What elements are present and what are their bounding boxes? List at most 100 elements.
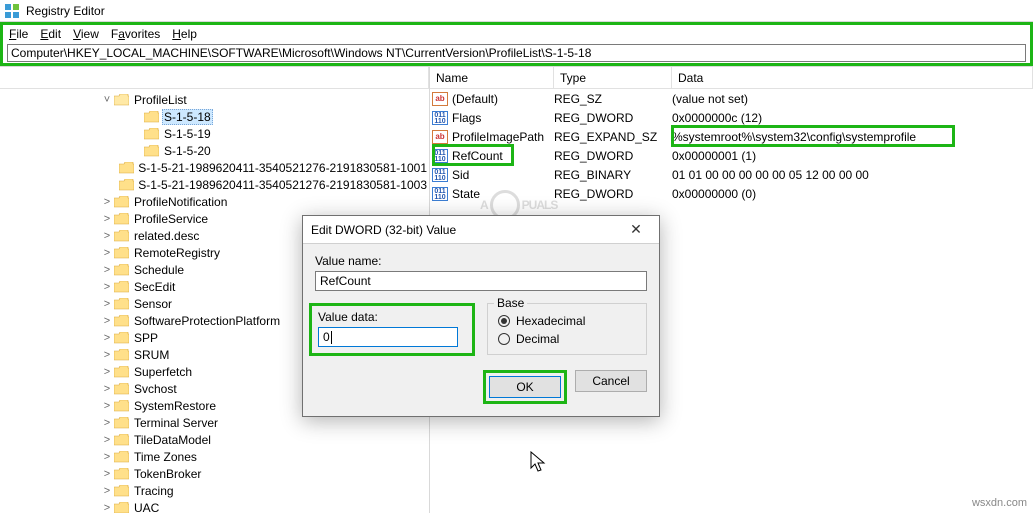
expander-icon[interactable]: > (100, 383, 114, 395)
expander-icon[interactable]: > (100, 230, 114, 242)
folder-icon (144, 127, 160, 141)
menu-edit[interactable]: Edit (40, 27, 61, 41)
folder-icon (144, 144, 160, 158)
base-groupbox: Base Hexadecimal Decimal (487, 303, 647, 355)
string-value-icon: ab (432, 92, 448, 106)
expander-icon[interactable]: > (100, 315, 114, 327)
value-name: Sid (450, 168, 554, 182)
tree-label: S-1-5-21-1989620411-3540521276-219183058… (136, 161, 429, 175)
tree-label: Schedule (132, 263, 186, 277)
tree-item-uac[interactable]: >UAC (0, 499, 429, 513)
value-data: 01 01 00 00 00 00 00 05 12 00 00 00 (672, 168, 1033, 182)
expander-icon[interactable]: > (100, 417, 114, 429)
value-data: 0x00000000 (0) (672, 187, 1033, 201)
tree-item-profilenotification[interactable]: > ProfileNotification (0, 193, 429, 210)
tree-label: SecEdit (132, 280, 177, 294)
value-data-field[interactable]: 0 (318, 327, 458, 347)
app-icon (4, 3, 20, 19)
binary-value-icon: 011110 (432, 111, 448, 125)
expander-icon[interactable]: > (100, 332, 114, 344)
tree-label: RemoteRegistry (132, 246, 222, 260)
tree-item-tracing[interactable]: >Tracing (0, 482, 429, 499)
tree-label: TokenBroker (132, 467, 203, 481)
expander-icon[interactable]: > (100, 468, 114, 480)
tree-item-time-zones[interactable]: >Time Zones (0, 448, 429, 465)
expander-icon[interactable]: > (100, 485, 114, 497)
value-name: RefCount (450, 149, 554, 163)
expander-icon[interactable]: > (100, 281, 114, 293)
value-data: 0x0000000c (12) (672, 111, 1033, 125)
expander-icon[interactable]: ˅ (100, 94, 114, 106)
tree-item-tiledatamodel[interactable]: >TileDataModel (0, 431, 429, 448)
tree-label: SRUM (132, 348, 171, 362)
tree-label: Superfetch (132, 365, 194, 379)
tree-label: SystemRestore (132, 399, 218, 413)
tree-label: ProfileService (132, 212, 210, 226)
title-bar: Registry Editor (0, 0, 1033, 22)
folder-icon (114, 382, 130, 396)
expander-icon[interactable]: > (100, 213, 114, 225)
expander-icon[interactable]: > (100, 196, 114, 208)
column-name[interactable]: Name (430, 67, 554, 88)
radio-hexadecimal[interactable]: Hexadecimal (498, 314, 636, 328)
expander-icon[interactable]: > (100, 247, 114, 259)
ok-button[interactable]: OK (489, 376, 561, 398)
expander-icon[interactable]: > (100, 298, 114, 310)
menu-file[interactable]: File (9, 27, 28, 41)
value-row--default-[interactable]: ab(Default)REG_SZ(value not set) (430, 89, 1033, 108)
expander-icon[interactable]: > (100, 502, 114, 513)
folder-icon (114, 331, 130, 345)
folder-icon (114, 93, 130, 107)
radio-decimal[interactable]: Decimal (498, 332, 636, 346)
folder-icon (119, 178, 134, 192)
value-name: ProfileImagePath (450, 130, 554, 144)
tree-sid-3[interactable]: S-1-5-21-1989620411-3540521276-219183058… (0, 159, 429, 176)
address-input[interactable] (7, 44, 1026, 62)
tree-item-tokenbroker[interactable]: > TokenBroker (0, 465, 429, 482)
menu-help[interactable]: Help (172, 27, 197, 41)
folder-icon (114, 433, 130, 447)
value-row-flags[interactable]: 011110FlagsREG_DWORD0x0000000c (12) (430, 108, 1033, 127)
expander-icon[interactable]: > (100, 366, 114, 378)
tree-label: S-1-5-19 (162, 127, 213, 141)
value-name: (Default) (450, 92, 554, 106)
folder-icon (114, 212, 130, 226)
value-type: REG_BINARY (554, 168, 672, 182)
expander-icon[interactable]: > (100, 400, 114, 412)
dialog-title: Edit DWORD (32-bit) Value (311, 223, 621, 237)
value-name-field[interactable]: RefCount (315, 271, 647, 291)
tree-profilelist[interactable]: ˅ProfileList (0, 91, 429, 108)
tree-label: SPP (132, 331, 160, 345)
value-type: REG_DWORD (554, 111, 672, 125)
folder-icon (114, 399, 130, 413)
tree-sid-4[interactable]: S-1-5-21-1989620411-3540521276-219183058… (0, 176, 429, 193)
expander-icon[interactable]: > (100, 264, 114, 276)
tree-label: ProfileNotification (132, 195, 229, 209)
folder-icon (114, 246, 130, 260)
folder-icon (114, 229, 130, 243)
value-row-refcount[interactable]: 011110RefCountREG_DWORD0x00000001 (1) (430, 146, 1033, 165)
menu-view[interactable]: View (73, 27, 99, 41)
column-data[interactable]: Data (672, 67, 1033, 88)
tree-sid-0[interactable]: S-1-5-18 (0, 108, 429, 125)
dialog-close-icon[interactable]: ✕ (621, 221, 651, 238)
expander-icon[interactable]: > (100, 434, 114, 446)
menu-favorites[interactable]: Favorites (111, 27, 160, 41)
value-row-sid[interactable]: 011110SidREG_BINARY01 01 00 00 00 00 00 … (430, 165, 1033, 184)
value-data: (value not set) (672, 92, 1033, 106)
folder-icon (119, 161, 134, 175)
tree-sid-2[interactable]: S-1-5-20 (0, 142, 429, 159)
tree-label: related.desc (132, 229, 201, 243)
column-type[interactable]: Type (554, 67, 672, 88)
window-title: Registry Editor (26, 4, 105, 18)
tree-sid-1[interactable]: S-1-5-19 (0, 125, 429, 142)
folder-icon (114, 297, 130, 311)
tree-label: S-1-5-21-1989620411-3540521276-219183058… (136, 178, 429, 192)
value-row-profileimagepath[interactable]: abProfileImagePathREG_EXPAND_SZ%systemro… (430, 127, 1033, 146)
folder-icon (114, 365, 130, 379)
binary-value-icon: 011110 (432, 168, 448, 182)
expander-icon[interactable]: > (100, 451, 114, 463)
folder-icon (114, 314, 130, 328)
cancel-button[interactable]: Cancel (575, 370, 647, 392)
expander-icon[interactable]: > (100, 349, 114, 361)
